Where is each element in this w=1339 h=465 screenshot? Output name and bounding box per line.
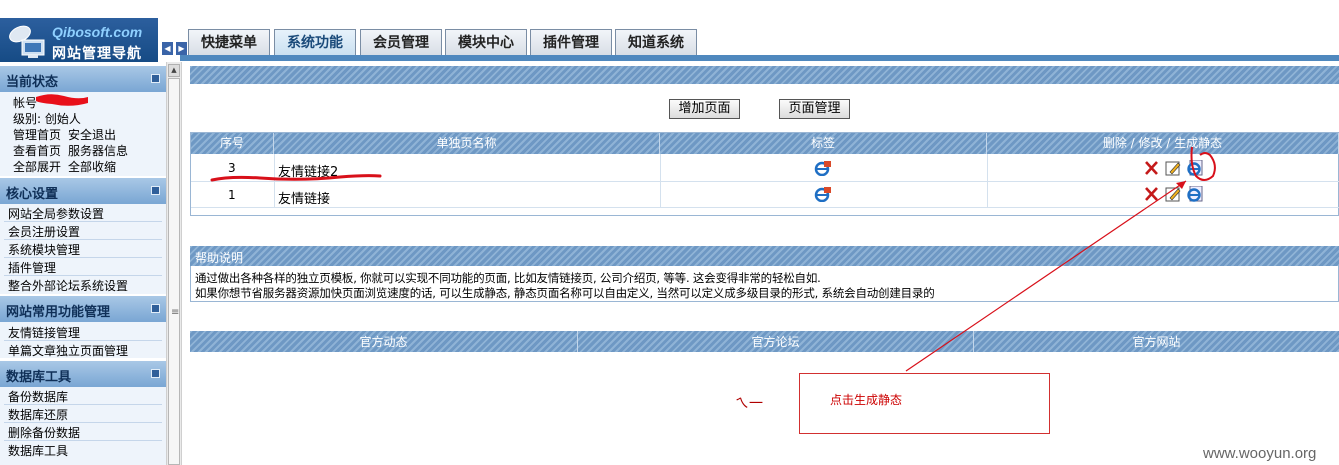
divider (4, 221, 162, 222)
db-body: 备份数据库 数据库还原 删除备份数据 数据库工具 (0, 387, 166, 465)
section-database-tools[interactable]: 数据库工具 (0, 361, 166, 387)
divider (4, 340, 162, 341)
official-news-link[interactable]: 官方动态 (190, 331, 577, 352)
official-forum-link[interactable]: 官方论坛 (578, 331, 973, 352)
common-body: 友情链接管理 单篇文章独立页面管理 (0, 322, 166, 358)
collapse-icon[interactable] (151, 186, 160, 195)
satellite-dish-icon (9, 25, 45, 58)
nav-arrows: ◀ ▶ (161, 40, 189, 56)
section-title: 数据库工具 (6, 370, 72, 385)
section-current-status[interactable]: 当前状态 (0, 66, 166, 92)
col-divider (274, 154, 275, 207)
collapse-icon[interactable] (151, 304, 160, 313)
account-label: 帐号 (13, 96, 38, 110)
title-stripe (190, 66, 1339, 84)
status-body: 帐号 级别: 创始人 管理首页 安全退出 查看首页 服务器信息 全部展开 全部收… (0, 92, 166, 176)
row-divider (191, 181, 1339, 182)
splitter-grip-icon[interactable]: ≡ (171, 307, 179, 318)
collapse-icon[interactable] (151, 74, 160, 83)
sidebar-item-global-params[interactable]: 网站全局参数设置 (8, 205, 104, 222)
ie-edit-icon[interactable] (814, 160, 832, 176)
help-title: 帮助说明 (195, 251, 244, 265)
tab-plugin-management[interactable]: 插件管理 (530, 29, 612, 55)
sidebar-item-plugin-management[interactable]: 插件管理 (8, 259, 56, 276)
delete-icon[interactable] (1143, 186, 1161, 202)
sidebar-item-backup-db[interactable]: 备份数据库 (8, 388, 68, 405)
row-divider (191, 207, 1339, 208)
sidebar-item-module-management[interactable]: 系统模块管理 (8, 241, 80, 258)
divider (4, 404, 162, 405)
section-core-settings[interactable]: 核心设置 (0, 178, 166, 204)
row-id: 1 (228, 188, 236, 202)
level-text: 级别: 创始人 (13, 112, 81, 126)
link-safe-logout[interactable]: 安全退出 (68, 126, 116, 143)
link-expand-all[interactable]: 全部展开 (13, 158, 61, 175)
sidebar-item-forum-integration[interactable]: 整合外部论坛系统设置 (8, 277, 128, 294)
col-divider (987, 154, 988, 207)
table-header: 序号 单独页名称 标签 删除 / 修改 / 生成静态 (191, 133, 1339, 154)
help-header (190, 246, 1339, 266)
link-view-home[interactable]: 查看首页 (13, 142, 61, 159)
divider (4, 275, 162, 276)
official-site-link[interactable]: 官方网站 (974, 331, 1339, 352)
sidebar-item-restore-db[interactable]: 数据库还原 (8, 406, 68, 423)
divider (4, 440, 162, 441)
tab-quick-menu[interactable]: 快捷菜单 (188, 29, 270, 55)
col-header-id: 序号 (191, 133, 274, 154)
col-header-tag: 标签 (660, 133, 987, 154)
expand-right-icon[interactable]: ▶ (175, 41, 188, 56)
section-title: 网站常用功能管理 (6, 305, 111, 320)
edit-icon[interactable] (1165, 186, 1183, 202)
divider (4, 257, 162, 258)
logo-title: 网站管理导航 (52, 46, 142, 62)
tab-member-management[interactable]: 会员管理 (360, 29, 442, 55)
sidebar-item-delete-backup[interactable]: 删除备份数据 (8, 424, 80, 441)
divider (4, 239, 162, 240)
row-name-link[interactable]: 友情链接2 (278, 161, 338, 180)
page-management-button[interactable]: 页面管理 (779, 99, 850, 119)
annotation-text: 点击生成静态 (830, 393, 903, 407)
watermark: www.wooyun.org (1203, 445, 1317, 462)
collapse-icon[interactable] (151, 369, 160, 378)
collapse-left-icon[interactable]: ◀ (161, 41, 174, 56)
divider (4, 422, 162, 423)
tab-system-functions[interactable]: 系统功能 (274, 29, 356, 57)
section-title: 当前状态 (6, 75, 59, 90)
col-divider (660, 154, 661, 207)
link-collapse-all[interactable]: 全部收缩 (68, 158, 116, 175)
core-body: 网站全局参数设置 会员注册设置 系统模块管理 插件管理 整合外部论坛系统设置 (0, 204, 166, 294)
add-page-button[interactable]: 增加页面 (669, 99, 740, 119)
scroll-thumb[interactable] (168, 78, 180, 465)
sidebar-item-friend-links[interactable]: 友情链接管理 (8, 324, 80, 341)
delete-icon[interactable] (1143, 160, 1161, 176)
row-id: 3 (228, 161, 236, 175)
col-header-name: 单独页名称 (274, 133, 660, 154)
col-header-actions: 删除 / 修改 / 生成静态 (987, 133, 1339, 154)
tab-module-center[interactable]: 模块中心 (445, 29, 527, 55)
help-line-2: 如果你想节省服务器资源加快页面浏览速度的话, 可以生成静态, 静态页面名称可以自… (195, 286, 935, 300)
link-server-info[interactable]: 服务器信息 (68, 142, 128, 159)
handwritten-scribble: ㄟ一 (735, 396, 763, 412)
header-divider (180, 55, 1339, 61)
section-common-functions[interactable]: 网站常用功能管理 (0, 296, 166, 322)
row-name-link[interactable]: 友情链接 (278, 188, 330, 207)
sidebar: 当前状态 帐号 级别: 创始人 管理首页 安全退出 查看首页 服务器信息 全部展… (0, 62, 166, 465)
edit-icon[interactable] (1165, 160, 1183, 176)
section-title: 核心设置 (6, 187, 59, 202)
logo-domain: Qibosoft.com (52, 24, 143, 40)
sidebar-item-register-settings[interactable]: 会员注册设置 (8, 223, 80, 240)
generate-static-icon[interactable] (1186, 186, 1204, 202)
sidebar-item-db-tools[interactable]: 数据库工具 (8, 442, 68, 459)
help-line-1: 通过做出各种各样的独立页模板, 你就可以实现不同功能的页面, 比如友情链接页, … (195, 271, 821, 285)
scroll-up-icon[interactable]: ▲ (168, 64, 180, 77)
sidebar-item-single-pages[interactable]: 单篇文章独立页面管理 (8, 342, 128, 359)
ie-edit-icon[interactable] (814, 186, 832, 202)
link-admin-home[interactable]: 管理首页 (13, 126, 61, 143)
generate-static-icon[interactable] (1186, 160, 1204, 176)
tab-knowledge-system[interactable]: 知道系统 (615, 29, 697, 55)
